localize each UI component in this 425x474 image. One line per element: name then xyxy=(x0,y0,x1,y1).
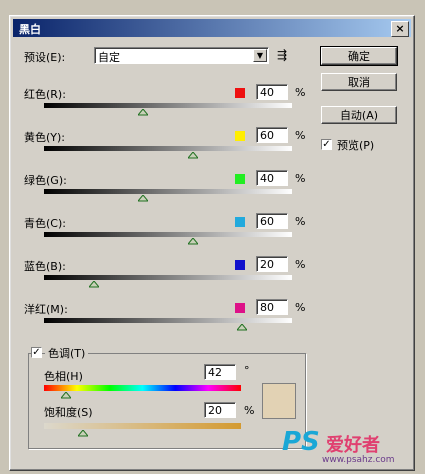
saturation-label: 饱和度(S) xyxy=(44,406,93,419)
gradient-track[interactable] xyxy=(44,232,292,237)
slider-value-input[interactable]: 80 xyxy=(256,299,288,315)
color-swatch xyxy=(235,303,245,313)
chevron-down-icon[interactable]: ▼ xyxy=(253,49,267,62)
tint-color-swatch[interactable] xyxy=(262,383,296,419)
preset-label: 预设(E): xyxy=(24,51,66,64)
color-swatch xyxy=(235,217,245,227)
auto-button[interactable]: 自动(A) xyxy=(321,106,397,124)
gradient-track[interactable] xyxy=(44,146,292,151)
tint-checkbox[interactable]: ✓ xyxy=(31,347,42,358)
preview-checkbox[interactable]: ✓ xyxy=(321,139,332,150)
percent-unit: % xyxy=(295,172,306,185)
slider-label: 黄色(Y): xyxy=(24,131,66,144)
cancel-button[interactable]: 取消 xyxy=(321,73,397,91)
slider-label: 蓝色(B): xyxy=(24,260,66,273)
color-swatch xyxy=(235,131,245,141)
slider-value-input[interactable]: 60 xyxy=(256,127,288,143)
watermark-tagline: 爱好者 xyxy=(326,435,380,456)
preview-label: 预览(P) xyxy=(337,139,375,152)
close-button[interactable]: × xyxy=(391,21,409,37)
saturation-track[interactable] xyxy=(44,423,241,429)
gradient-track[interactable] xyxy=(44,318,292,323)
slider-label: 红色(R): xyxy=(24,88,66,101)
color-swatch xyxy=(235,88,245,98)
saturation-unit: % xyxy=(244,404,255,417)
dialog-title: 黑白 xyxy=(19,23,41,36)
slider-value-input[interactable]: 60 xyxy=(256,213,288,229)
percent-unit: % xyxy=(295,258,306,271)
hue-label: 色相(H) xyxy=(44,370,83,383)
black-white-dialog: 黑白 × 预设(E): 自定 ▼ ⇶ 确定 取消 自动(A) ✓ 预览(P) 红… xyxy=(9,15,415,471)
slider-value-input[interactable]: 20 xyxy=(256,256,288,272)
slider-value-input[interactable]: 40 xyxy=(256,170,288,186)
watermark-url: www.psahz.com xyxy=(322,455,395,465)
percent-unit: % xyxy=(295,215,306,228)
color-swatch xyxy=(235,174,245,184)
color-swatch xyxy=(235,260,245,270)
ok-button[interactable]: 确定 xyxy=(320,46,398,66)
percent-unit: % xyxy=(295,301,306,314)
gradient-track[interactable] xyxy=(44,103,292,108)
slider-value-input[interactable]: 40 xyxy=(256,84,288,100)
preset-dropdown[interactable]: 自定 ▼ xyxy=(94,47,269,64)
gradient-track[interactable] xyxy=(44,275,292,280)
title-bar: 黑白 × xyxy=(13,19,411,37)
watermark-logo: PS xyxy=(282,427,320,457)
degree-unit: ° xyxy=(244,364,250,377)
preset-options-icon[interactable]: ⇶ xyxy=(277,48,287,62)
percent-unit: % xyxy=(295,129,306,142)
gradient-track[interactable] xyxy=(44,189,292,194)
watermark: PS 爱好者 www.psahz.com xyxy=(262,425,417,469)
percent-unit: % xyxy=(295,86,306,99)
slider-label: 绿色(G): xyxy=(24,174,67,187)
preset-value: 自定 xyxy=(98,51,120,64)
hue-input[interactable]: 42 xyxy=(204,364,236,380)
hue-spectrum-track[interactable] xyxy=(44,385,241,391)
saturation-input[interactable]: 20 xyxy=(204,402,236,418)
slider-label: 青色(C): xyxy=(24,217,66,230)
tint-label: 色调(T) xyxy=(45,345,89,361)
slider-label: 洋红(M): xyxy=(24,303,68,316)
